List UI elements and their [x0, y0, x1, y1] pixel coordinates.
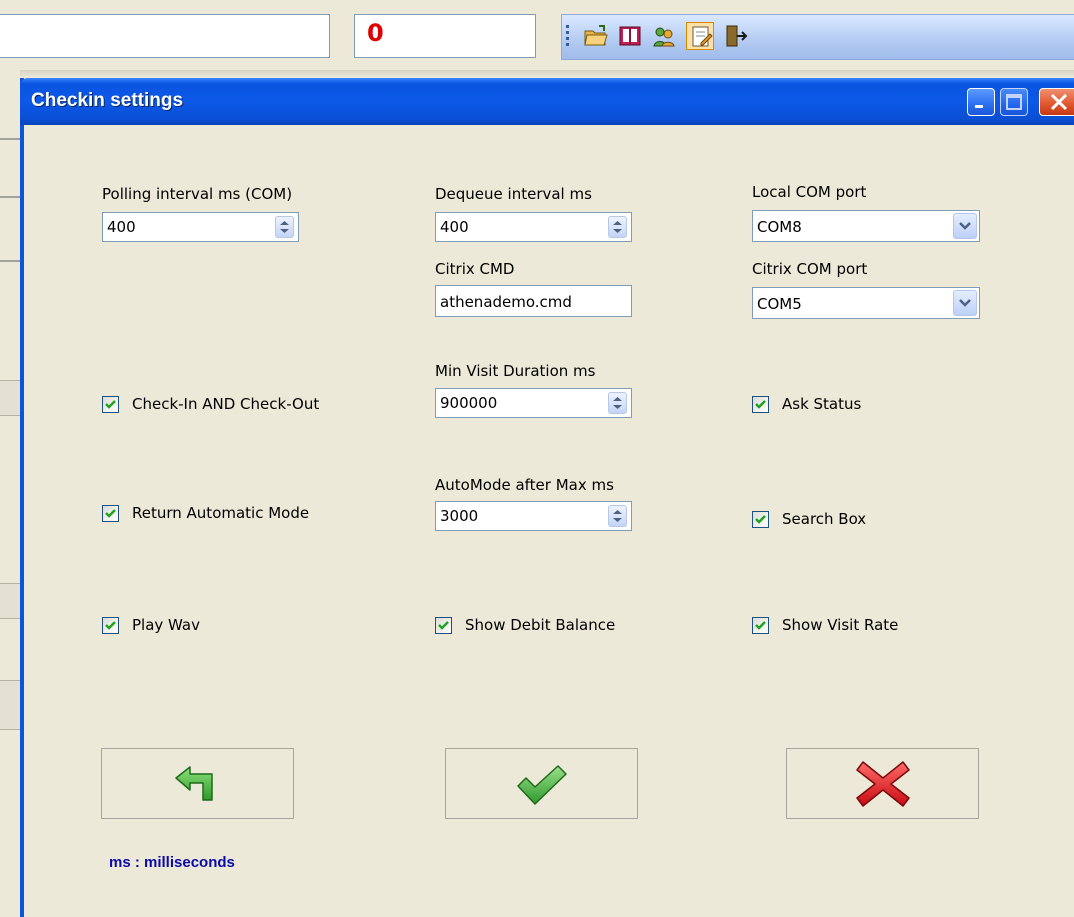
open-folder-icon[interactable]	[582, 22, 610, 50]
maximize-icon	[1006, 94, 1022, 110]
checkin-checkout-label: Check-In AND Check-Out	[132, 395, 320, 413]
citrix-com-port-label: Citrix COM port	[752, 260, 868, 278]
dequeue-interval-label: Dequeue interval ms	[435, 185, 592, 203]
toolbar-grip[interactable]	[566, 25, 569, 49]
background-divider	[0, 138, 20, 140]
dequeue-spin-arrows-icon[interactable]	[608, 216, 627, 238]
red-x-icon	[855, 760, 910, 807]
citrix-com-port-select[interactable]: COM5	[752, 287, 980, 319]
checkin-settings-dialog: Checkin settings Polling interval ms (CO…	[20, 78, 1074, 917]
close-button[interactable]	[1039, 88, 1074, 116]
polling-interval-value: 400	[107, 218, 136, 236]
exit-door-icon[interactable]	[722, 22, 750, 50]
automode-after-max-stepper[interactable]: 3000	[435, 501, 632, 531]
maximize-button[interactable]	[1000, 88, 1028, 116]
dialog-title: Checkin settings	[31, 90, 184, 111]
chevron-down-icon[interactable]	[953, 213, 977, 239]
checkbox-checked-icon[interactable]	[752, 617, 769, 634]
checkbox-checked-icon[interactable]	[102, 396, 119, 413]
local-com-port-select[interactable]: COM8	[752, 210, 980, 242]
checkbox-checked-icon[interactable]	[752, 396, 769, 413]
dequeue-interval-value: 400	[440, 218, 469, 236]
close-icon	[1050, 93, 1068, 111]
minimize-button[interactable]	[967, 88, 995, 116]
play-wav-label: Play Wav	[132, 616, 200, 634]
show-debit-balance-label: Show Debit Balance	[465, 616, 616, 634]
background-row	[0, 583, 20, 619]
background-row	[0, 680, 20, 730]
min-visit-spin-arrows-icon[interactable]	[608, 392, 627, 414]
background-divider	[0, 196, 20, 198]
local-com-port-label: Local COM port	[752, 183, 867, 201]
dialog-title-bar[interactable]: Checkin settings	[20, 78, 1074, 125]
back-button[interactable]	[101, 748, 294, 819]
return-automatic-mode-label: Return Automatic Mode	[132, 504, 310, 522]
cancel-button[interactable]	[786, 748, 979, 819]
back-arrow-icon	[174, 765, 213, 801]
ok-button[interactable]	[445, 748, 638, 819]
checkbox-checked-icon[interactable]	[102, 617, 119, 634]
minimize-icon	[975, 105, 983, 108]
chevron-down-icon[interactable]	[953, 290, 977, 316]
footnote-text: ms : milliseconds	[109, 854, 235, 871]
counter-value: 0	[367, 19, 384, 47]
checkbox-checked-icon[interactable]	[102, 505, 119, 522]
local-com-port-value: COM8	[757, 218, 802, 236]
dialog-shadow	[20, 70, 1074, 78]
main-toolbar	[561, 14, 1074, 60]
dequeue-interval-stepper[interactable]: 400	[435, 212, 632, 242]
search-box-label: Search Box	[782, 510, 867, 528]
citrix-cmd-label: Citrix CMD	[435, 260, 515, 278]
refresh-people-icon[interactable]	[650, 22, 678, 50]
polling-spin-arrows-icon[interactable]	[275, 216, 294, 238]
checkbox-checked-icon[interactable]	[752, 511, 769, 528]
min-visit-duration-value: 900000	[440, 394, 498, 412]
book-icon[interactable]	[616, 22, 644, 50]
polling-interval-label: Polling interval ms (COM)	[102, 185, 293, 203]
citrix-cmd-value: athenademo.cmd	[440, 293, 572, 311]
automode-after-max-value: 3000	[440, 507, 479, 525]
automode-spin-arrows-icon[interactable]	[608, 505, 627, 527]
checkbox-checked-icon[interactable]	[435, 617, 452, 634]
min-visit-duration-label: Min Visit Duration ms	[435, 362, 596, 380]
background-toolbar-area: 0	[0, 0, 1074, 68]
show-visit-rate-label: Show Visit Rate	[782, 616, 899, 634]
min-visit-duration-stepper[interactable]: 900000	[435, 388, 632, 418]
citrix-cmd-input[interactable]: athenademo.cmd	[435, 285, 632, 317]
automode-after-max-label: AutoMode after Max ms	[435, 476, 614, 494]
background-left-panel	[0, 68, 20, 917]
background-row	[0, 380, 20, 416]
checkmark-icon	[516, 764, 567, 805]
background-divider	[0, 260, 20, 262]
background-search-field[interactable]	[0, 14, 330, 58]
ask-status-label: Ask Status	[782, 395, 862, 413]
citrix-com-port-value: COM5	[757, 295, 802, 313]
polling-interval-stepper[interactable]: 400	[102, 212, 299, 242]
settings-document-icon[interactable]	[686, 22, 714, 50]
counter-field[interactable]: 0	[354, 14, 536, 58]
